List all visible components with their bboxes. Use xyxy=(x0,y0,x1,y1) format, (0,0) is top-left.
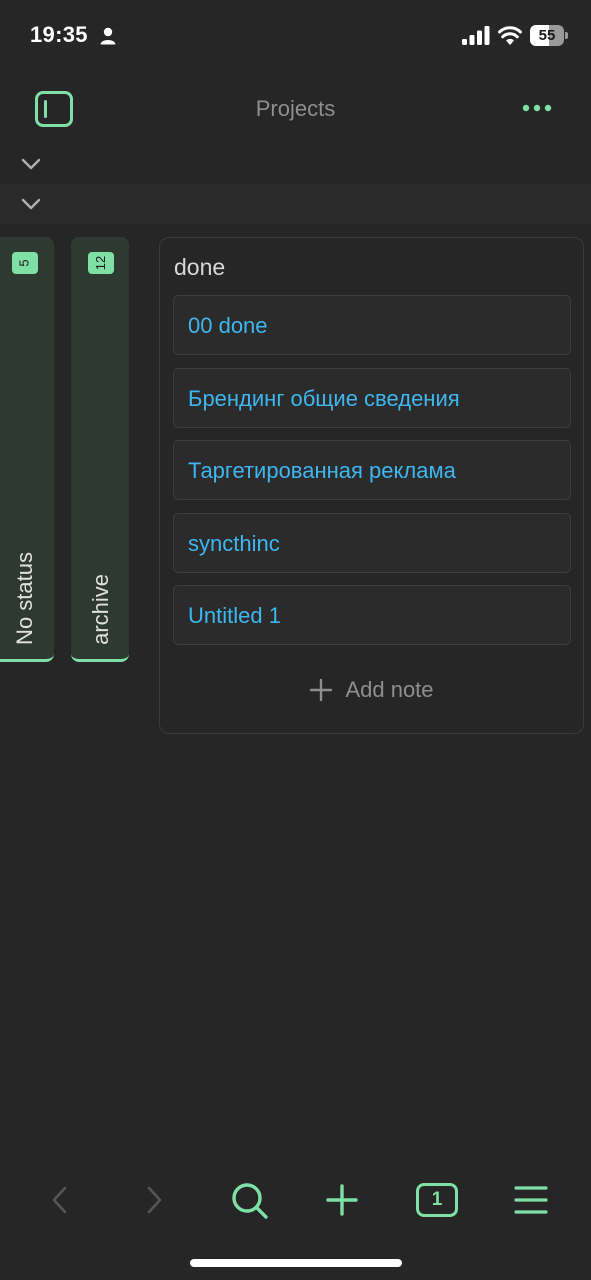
wifi-icon xyxy=(498,26,522,45)
forward-arrow-icon[interactable] xyxy=(132,1178,176,1222)
tabs-count-button[interactable]: 1 xyxy=(416,1183,458,1217)
add-note-button[interactable]: Add note xyxy=(160,671,583,709)
note-link[interactable]: syncthinc xyxy=(188,531,280,557)
column-no-status[interactable]: 5 No status xyxy=(0,237,54,662)
sidebar-toggle-button[interactable] xyxy=(35,91,73,127)
battery-percent: 55 xyxy=(538,27,556,44)
column-done: done 00 done Брендинг общие сведения Тар… xyxy=(159,237,584,734)
status-time: 19:35 xyxy=(30,22,88,47)
collapse-row xyxy=(0,184,591,224)
column-label: archive xyxy=(88,574,113,645)
note-card[interactable]: Таргетированная реклама xyxy=(173,440,571,500)
column-archive[interactable]: 12 archive xyxy=(71,237,129,662)
status-bar: 19:35 55 xyxy=(0,0,591,72)
add-icon[interactable] xyxy=(320,1178,364,1222)
page-title: Projects xyxy=(255,96,336,121)
column-title: done xyxy=(174,254,226,280)
note-card[interactable]: Untitled 1 xyxy=(173,585,571,645)
app-screen: 19:35 55 Projects 5 No status 12 archive… xyxy=(0,0,591,1280)
person-icon xyxy=(100,27,116,45)
column-count-badge: 5 xyxy=(12,252,38,274)
note-link[interactable]: 00 done xyxy=(188,313,268,339)
column-label: No status xyxy=(12,552,37,645)
home-indicator xyxy=(190,1259,402,1267)
note-card[interactable]: Брендинг общие сведения xyxy=(173,368,571,428)
battery-icon: 55 xyxy=(530,25,569,46)
search-icon[interactable] xyxy=(227,1178,271,1222)
chevron-down-icon[interactable] xyxy=(20,156,42,172)
collapse-row xyxy=(0,144,591,184)
note-link[interactable]: Таргетированная реклама xyxy=(188,458,456,484)
chevron-down-icon[interactable] xyxy=(20,196,42,212)
column-count-badge: 12 xyxy=(88,252,114,274)
note-link[interactable]: Untitled 1 xyxy=(188,603,281,629)
add-note-label: Add note xyxy=(345,677,434,702)
plus-icon xyxy=(310,678,333,702)
back-arrow-icon[interactable] xyxy=(38,1178,82,1222)
note-card[interactable]: syncthinc xyxy=(173,513,571,573)
more-options-icon[interactable] xyxy=(518,92,556,124)
note-card[interactable]: 00 done xyxy=(173,295,571,355)
cellular-signal-icon xyxy=(462,26,490,45)
note-link[interactable]: Брендинг общие сведения xyxy=(188,386,460,412)
menu-icon[interactable] xyxy=(509,1178,553,1222)
